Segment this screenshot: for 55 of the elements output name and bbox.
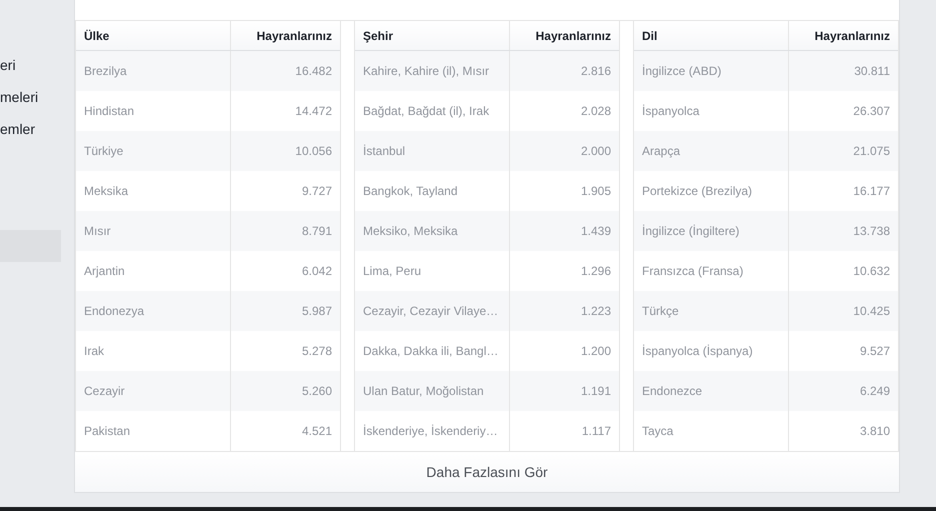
table-cell: 8.791	[230, 211, 340, 251]
table-cell-text: Pakistan	[83, 423, 132, 440]
table-cell-text: İskenderiye, İskenderiy…	[362, 423, 499, 440]
table-cell: 6.249	[788, 371, 898, 411]
table-cell: 1.223	[509, 291, 619, 331]
table-cell-text: İspanyolca (İspanya)	[641, 343, 754, 360]
column-header: Hayranlarınız	[230, 21, 340, 50]
table-cell-text: Türkçe	[641, 303, 680, 320]
see-more-button[interactable]: Daha Fazlasını Gör	[75, 451, 899, 492]
column-header: Hayranlarınız	[509, 21, 619, 50]
table-cell-text: Irak	[83, 343, 106, 360]
sidebar-item[interactable]: meleri	[0, 86, 61, 118]
table-cell: 1.439	[509, 211, 619, 251]
table-cell-text: Meksiko, Meksika	[362, 223, 459, 240]
table-cell: 10.056	[230, 131, 340, 171]
table-cell-text: Cezayir	[83, 383, 126, 400]
table-cell: 5.260	[230, 371, 340, 411]
table-cell-text: Hindistan	[83, 103, 136, 120]
table-cell-text: Mısır	[83, 223, 112, 240]
table-cell-text: Tayca	[641, 423, 674, 440]
table-cell: 1.191	[509, 371, 619, 411]
table-cell-text: Türkiye	[83, 143, 124, 160]
column-header: Şehir	[362, 28, 394, 44]
table-cell-text: Kahire, Kahire (il), Mısır	[362, 63, 490, 80]
table-cell-text: İngilizce (ABD)	[641, 63, 722, 80]
table-cell-text: Endonezce	[641, 383, 704, 400]
table-cell-text: Fransızca (Fransa)	[641, 263, 744, 280]
table-cell-text: Bangkok, Tayland	[362, 183, 459, 200]
table-cell-text: Endonezya	[83, 303, 146, 320]
table-cell: 30.811	[788, 51, 898, 91]
table-cell-text: Meksika	[83, 183, 130, 200]
table-cell: 21.075	[788, 131, 898, 171]
table-cell-text: Ulan Batur, Moğolistan	[362, 383, 485, 400]
table-cell: 2.000	[509, 131, 619, 171]
table-cell: 16.482	[230, 51, 340, 91]
table-cell-text: Lima, Peru	[362, 263, 422, 280]
sidebar-item[interactable]: eri	[0, 54, 61, 86]
table-cell-text: İspanyolca	[641, 103, 700, 120]
table-cell: 10.425	[788, 291, 898, 331]
column-header: Ülke	[83, 28, 110, 44]
table-cell-text: Cezayir, Cezayir Vilaye…	[362, 303, 500, 320]
table-cell-text: Arjantin	[83, 263, 126, 280]
column-header: Dil	[641, 28, 658, 44]
table-cell: 2.816	[509, 51, 619, 91]
sidebar-item[interactable]: emler	[0, 118, 61, 150]
table-cell: 5.987	[230, 291, 340, 331]
table-cell-text: Brezilya	[83, 63, 128, 80]
table-cell-text: İngilizce (İngiltere)	[641, 223, 740, 240]
table-cell-text: Bağdat, Bağdat (il), Irak	[362, 103, 490, 120]
table-cell-text: Arapça	[641, 143, 682, 160]
table-cell-text: İstanbul	[362, 143, 406, 160]
table-cell: 13.738	[788, 211, 898, 251]
table-cell-text: Portekizce (Brezilya)	[641, 183, 754, 200]
table-cell-text: Dakka, Dakka ili, Bangl…	[362, 343, 500, 360]
column-header: Hayranlarınız	[788, 21, 898, 50]
